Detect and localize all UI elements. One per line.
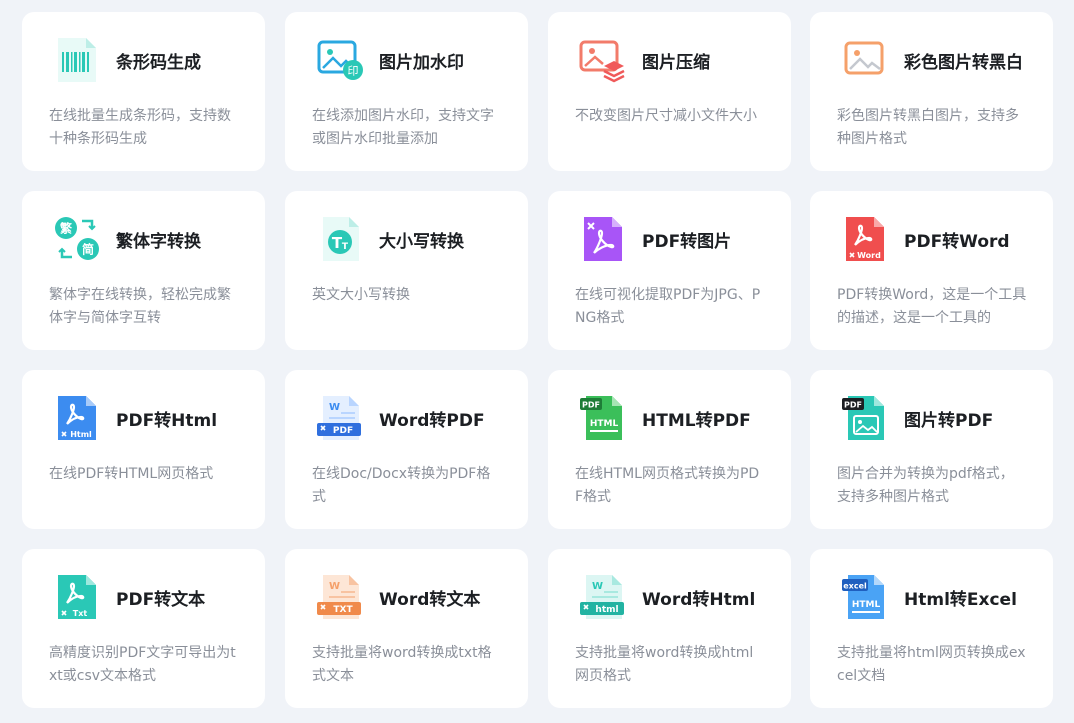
tool-card-word2html[interactable]: W html Word转Html 支持批量将word转换成html网页格式 (548, 549, 791, 708)
svg-text:PDF: PDF (333, 426, 353, 436)
svg-text:Word: Word (857, 251, 881, 260)
tool-description: 支持批量将word转换成html网页格式 (575, 645, 754, 684)
tool-description: 繁体字在线转换，轻松完成繁体字与简体字互转 (49, 287, 231, 326)
svg-text:PDF: PDF (844, 401, 862, 410)
pdf-to-word-icon: Word (840, 215, 890, 263)
tool-title: 繁体字转换 (116, 232, 201, 252)
tool-title: Word转Html (642, 590, 756, 610)
tool-card-watermark[interactable]: 印 图片加水印 在线添加图片水印，支持文字或图片水印批量添加 (285, 12, 528, 171)
html-to-excel-icon: excel HTML (840, 573, 890, 621)
barcode-icon (52, 36, 102, 84)
tool-title: 彩色图片转黑白 (904, 53, 1023, 73)
svg-text:Html: Html (70, 430, 92, 439)
word-to-html-icon: W html (578, 573, 628, 621)
tool-card-html2excel[interactable]: excel HTML Html转Excel 支持批量将html网页转换成exce… (810, 549, 1053, 708)
tool-description: PDF转换Word，这是一个工具的描述，这是一个工具的 (837, 287, 1027, 326)
tool-title: PDF转Word (904, 232, 1010, 252)
tool-card-pdf2img[interactable]: PDF转图片 在线可视化提取PDF为JPG、PNG格式 (548, 191, 791, 350)
svg-text:Txt: Txt (73, 609, 88, 618)
image-grayscale-icon (840, 36, 890, 84)
tool-card-word2pdf[interactable]: W PDF Word转PDF 在线Doc/Docx转换为PDF格式 (285, 370, 528, 529)
tool-card-pdf2txt[interactable]: Txt PDF转文本 高精度识别PDF文字可导出为txt或csv文本格式 (22, 549, 265, 708)
tool-description: 在线HTML网页格式转换为PDF格式 (575, 466, 760, 505)
text-case-icon: T T (315, 215, 365, 263)
svg-text:excel: excel (843, 582, 867, 591)
pdf-to-image-icon (578, 215, 628, 263)
svg-text:T: T (342, 242, 349, 252)
tool-grid: 条形码生成 在线批量生成条形码，支持数十种条形码生成 印 图片加水印 在线添加图… (0, 0, 1074, 723)
image-to-pdf-icon: PDF (840, 394, 890, 442)
tool-card-grayscale[interactable]: 彩色图片转黑白 彩色图片转黑白图片，支持多种图片格式 (810, 12, 1053, 171)
tool-description: 在线批量生成条形码，支持数十种条形码生成 (49, 108, 231, 147)
traditional-simplified-icon: 繁 简 (52, 215, 102, 263)
svg-text:HTML: HTML (852, 600, 881, 610)
tool-title: 图片转PDF (904, 411, 994, 431)
tool-card-img2pdf[interactable]: PDF 图片转PDF 图片合并为转换为pdf格式，支持多种图片格式 (810, 370, 1053, 529)
tool-card-pdf2html[interactable]: Html PDF转Html 在线PDF转HTML网页格式 (22, 370, 265, 529)
svg-text:W: W (592, 581, 603, 592)
tool-title: PDF转文本 (116, 590, 206, 610)
tool-description: 支持批量将word转换成txt格式文本 (312, 645, 492, 684)
tool-title: Word转文本 (379, 590, 481, 610)
html-to-pdf-icon: PDF HTML (578, 394, 628, 442)
tool-title: 图片压缩 (642, 53, 710, 73)
tool-description: 图片合并为转换为pdf格式，支持多种图片格式 (837, 466, 1014, 505)
svg-text:html: html (595, 605, 618, 615)
tool-description: 彩色图片转黑白图片，支持多种图片格式 (837, 108, 1019, 147)
tool-card-html2pdf[interactable]: PDF HTML HTML转PDF 在线HTML网页格式转换为PDF格式 (548, 370, 791, 529)
tool-description: 支持批量将html网页转换成excel文档 (837, 645, 1026, 684)
tool-card-compress[interactable]: 图片压缩 不改变图片尺寸减小文件大小 (548, 12, 791, 171)
svg-text:简: 简 (82, 242, 94, 257)
svg-text:印: 印 (348, 65, 359, 78)
svg-text:繁: 繁 (60, 221, 73, 236)
image-watermark-icon: 印 (315, 36, 365, 84)
svg-text:W: W (329, 581, 340, 592)
tool-description: 在线PDF转HTML网页格式 (49, 466, 214, 482)
tool-card-word2txt[interactable]: W TXT Word转文本 支持批量将word转换成txt格式文本 (285, 549, 528, 708)
tool-title: HTML转PDF (642, 411, 751, 431)
tool-description: 不改变图片尺寸减小文件大小 (575, 108, 757, 124)
tool-card-traditional[interactable]: 繁 简 繁体字转换 繁体字在线转换，轻松完成繁体字与简体字互转 (22, 191, 265, 350)
tool-description: 在线添加图片水印，支持文字或图片水印批量添加 (312, 108, 494, 147)
image-compress-icon (578, 36, 628, 84)
tool-card-barcode[interactable]: 条形码生成 在线批量生成条形码，支持数十种条形码生成 (22, 12, 265, 171)
tool-title: 图片加水印 (379, 53, 464, 73)
tool-description: 英文大小写转换 (312, 287, 410, 303)
svg-text:PDF: PDF (582, 401, 600, 410)
tool-card-case[interactable]: T T 大小写转换 英文大小写转换 (285, 191, 528, 350)
svg-text:W: W (329, 402, 340, 413)
tool-title: 大小写转换 (379, 232, 464, 252)
tool-title: PDF转图片 (642, 232, 732, 252)
svg-text:HTML: HTML (590, 419, 619, 429)
tool-description: 在线可视化提取PDF为JPG、PNG格式 (575, 287, 761, 326)
pdf-to-html-icon: Html (52, 394, 102, 442)
tool-card-pdf2word[interactable]: Word PDF转Word PDF转换Word，这是一个工具的描述，这是一个工具… (810, 191, 1053, 350)
tool-description: 在线Doc/Docx转换为PDF格式 (312, 466, 491, 505)
tool-title: Word转PDF (379, 411, 485, 431)
word-to-pdf-icon: W PDF (315, 394, 365, 442)
pdf-to-text-icon: Txt (52, 573, 102, 621)
tool-title: Html转Excel (904, 590, 1017, 610)
tool-title: 条形码生成 (116, 53, 201, 73)
tool-title: PDF转Html (116, 411, 218, 431)
word-to-text-icon: W TXT (315, 573, 365, 621)
tool-description: 高精度识别PDF文字可导出为txt或csv文本格式 (49, 645, 236, 684)
svg-text:TXT: TXT (333, 605, 353, 615)
